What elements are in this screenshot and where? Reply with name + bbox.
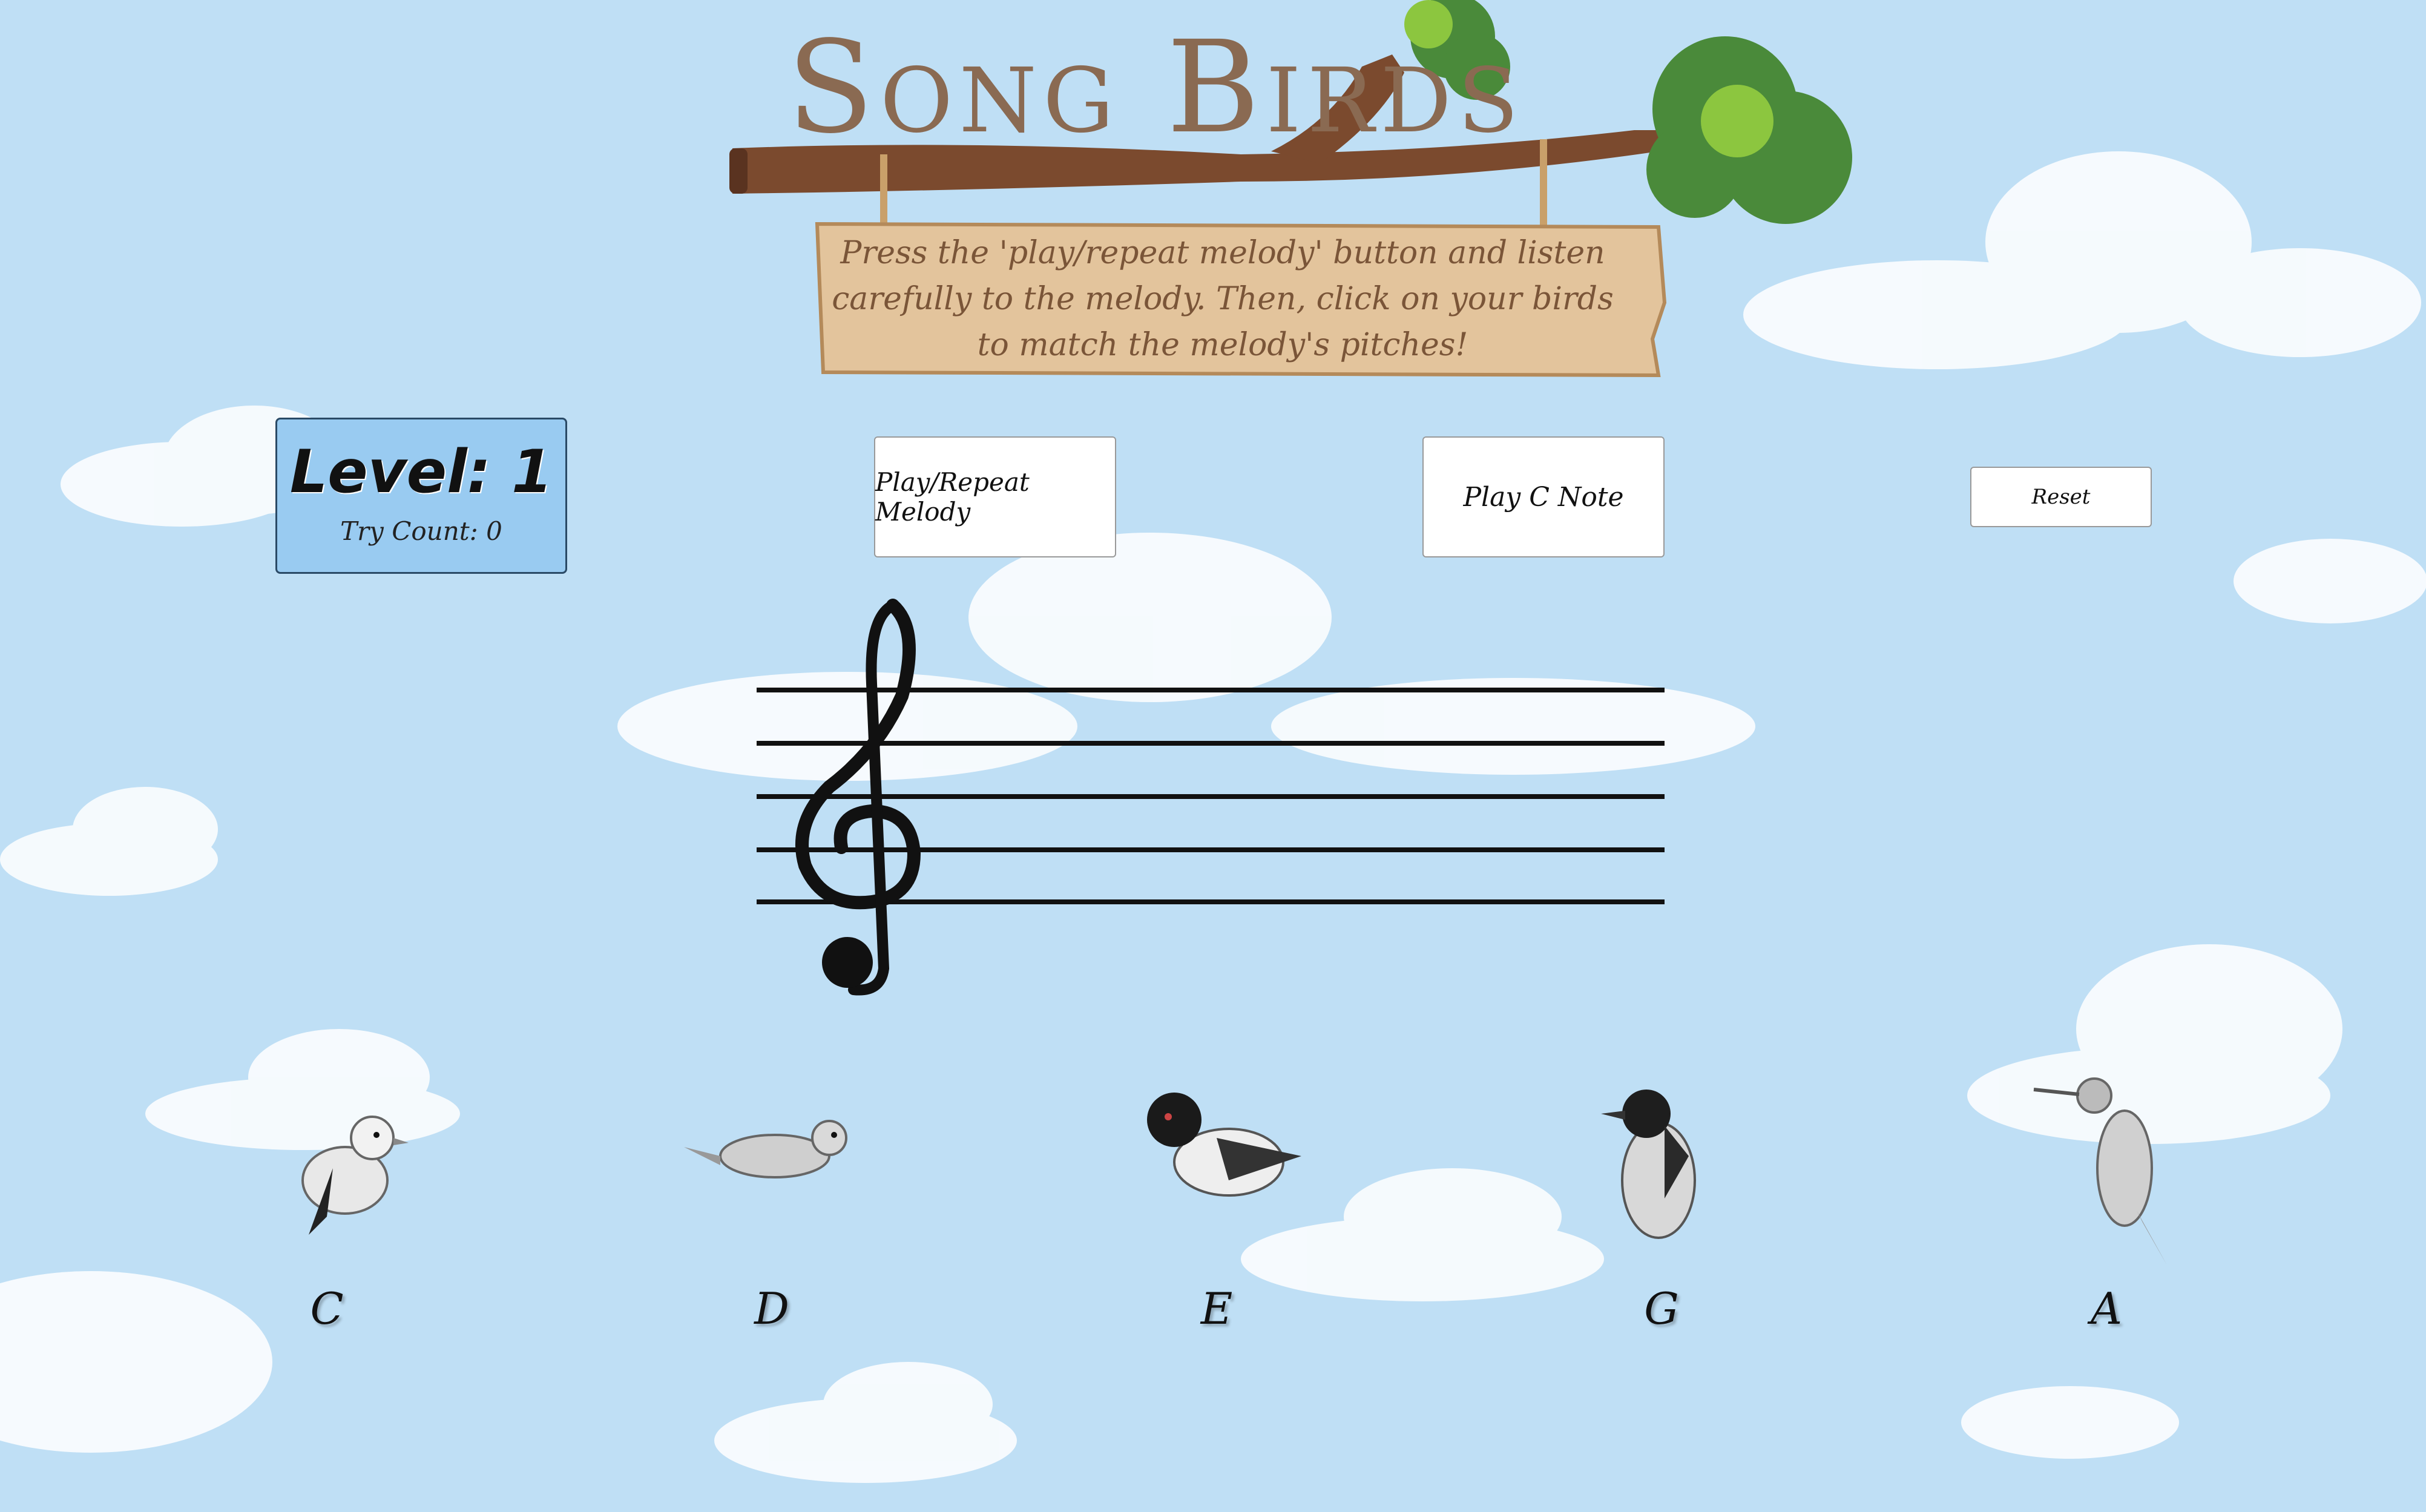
play-repeat-melody-button[interactable]: Play/Repeat Melody xyxy=(874,436,1116,557)
play-c-note-button[interactable]: Play C Note xyxy=(1422,436,1665,557)
note-label-c: C xyxy=(310,1283,344,1334)
level-label: Level: 1 xyxy=(289,438,553,507)
bird-c-button[interactable] xyxy=(242,1065,442,1265)
bird-a-button[interactable] xyxy=(2022,1065,2221,1265)
bird-e-button[interactable] xyxy=(1126,1065,1326,1265)
try-count-label: Try Count: 0 xyxy=(340,516,502,546)
reset-button[interactable]: Reset xyxy=(1970,467,2152,527)
note-label-g: G xyxy=(1644,1283,1679,1334)
game-title: Song Birds xyxy=(787,13,1525,162)
note-label-e: E xyxy=(1200,1283,1233,1334)
bird-g-button[interactable] xyxy=(1574,1065,1773,1265)
music-staff xyxy=(757,599,1665,996)
note-label-a: A xyxy=(2091,1283,2122,1334)
instructions-text: Press the 'play/repeat melody' button an… xyxy=(832,235,1614,363)
bird-d-button[interactable] xyxy=(678,1065,878,1265)
level-panel: Level: 1 Try Count: 0 xyxy=(275,418,567,574)
note-label-d: D xyxy=(754,1283,789,1334)
